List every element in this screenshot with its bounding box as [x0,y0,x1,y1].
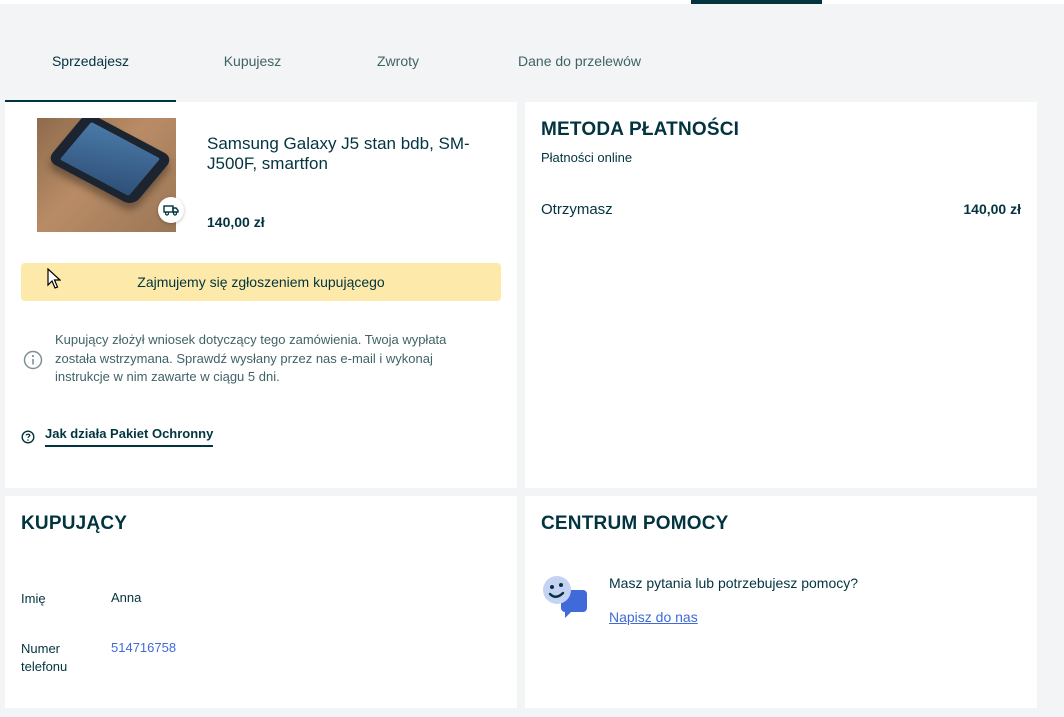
buyer-title: KUPUJĄCY [21,513,128,534]
info-icon [23,350,43,370]
top-nav-indicator [691,0,822,4]
protection-link-row[interactable]: Jak działa Pakiet Ochronny [21,426,214,447]
receive-amount: 140,00 zł [963,201,1021,217]
smartphone-photo [46,118,174,207]
order-card: Samsung Galaxy J5 stan bdb, SM-J500F, sm… [5,102,517,488]
mouse-cursor-icon [47,268,61,289]
protection-package-link[interactable]: Jak działa Pakiet Ochronny [45,426,214,447]
name-value: Anna [111,590,142,605]
help-title: CENTRUM POMOCY [541,513,729,534]
delivery-truck-icon [158,197,184,223]
chat-bubbles-icon [543,576,587,618]
tab-kupujesz[interactable]: Kupujesz [176,20,329,102]
product-title[interactable]: Samsung Galaxy J5 stan bdb, SM-J500F, sm… [207,134,497,174]
tab-bar: Sprzedajesz Kupujesz Zwroty Dane do prze… [5,20,692,102]
question-circle-icon [21,429,35,444]
payment-method: Płatności online [541,150,633,165]
name-label: Imię [21,591,46,606]
help-center-card: CENTRUM POMOCY Masz pytania lub potrzebu… [525,496,1037,708]
payment-card: METODA PŁATNOŚCI Płatności online Otrzym… [525,102,1037,488]
buyer-card: KUPUJĄCY Imię Anna Numer telefonu 514716… [5,496,517,708]
help-question: Masz pytania lub potrzebujesz pomocy? [609,575,859,591]
phone-label: Numer telefonu [21,641,68,674]
payment-title: METODA PŁATNOŚCI [541,119,740,140]
contact-us-link[interactable]: Napisz do nas [609,609,698,625]
phone-number-link[interactable]: 514716758 [111,640,176,655]
top-bar [0,0,1064,4]
info-message: Kupujący złożył wniosek dotyczący tego z… [55,332,447,384]
tab-sprzedajesz[interactable]: Sprzedajesz [5,20,176,102]
status-banner: Zajmujemy się zgłoszeniem kupującego [21,263,501,301]
product-price: 140,00 zł [207,214,265,230]
product-image[interactable] [37,118,176,232]
receive-label: Otrzymasz [541,201,613,218]
tab-zwroty[interactable]: Zwroty [329,20,467,102]
tab-dane-do-przelewow[interactable]: Dane do przelewów [467,20,692,102]
